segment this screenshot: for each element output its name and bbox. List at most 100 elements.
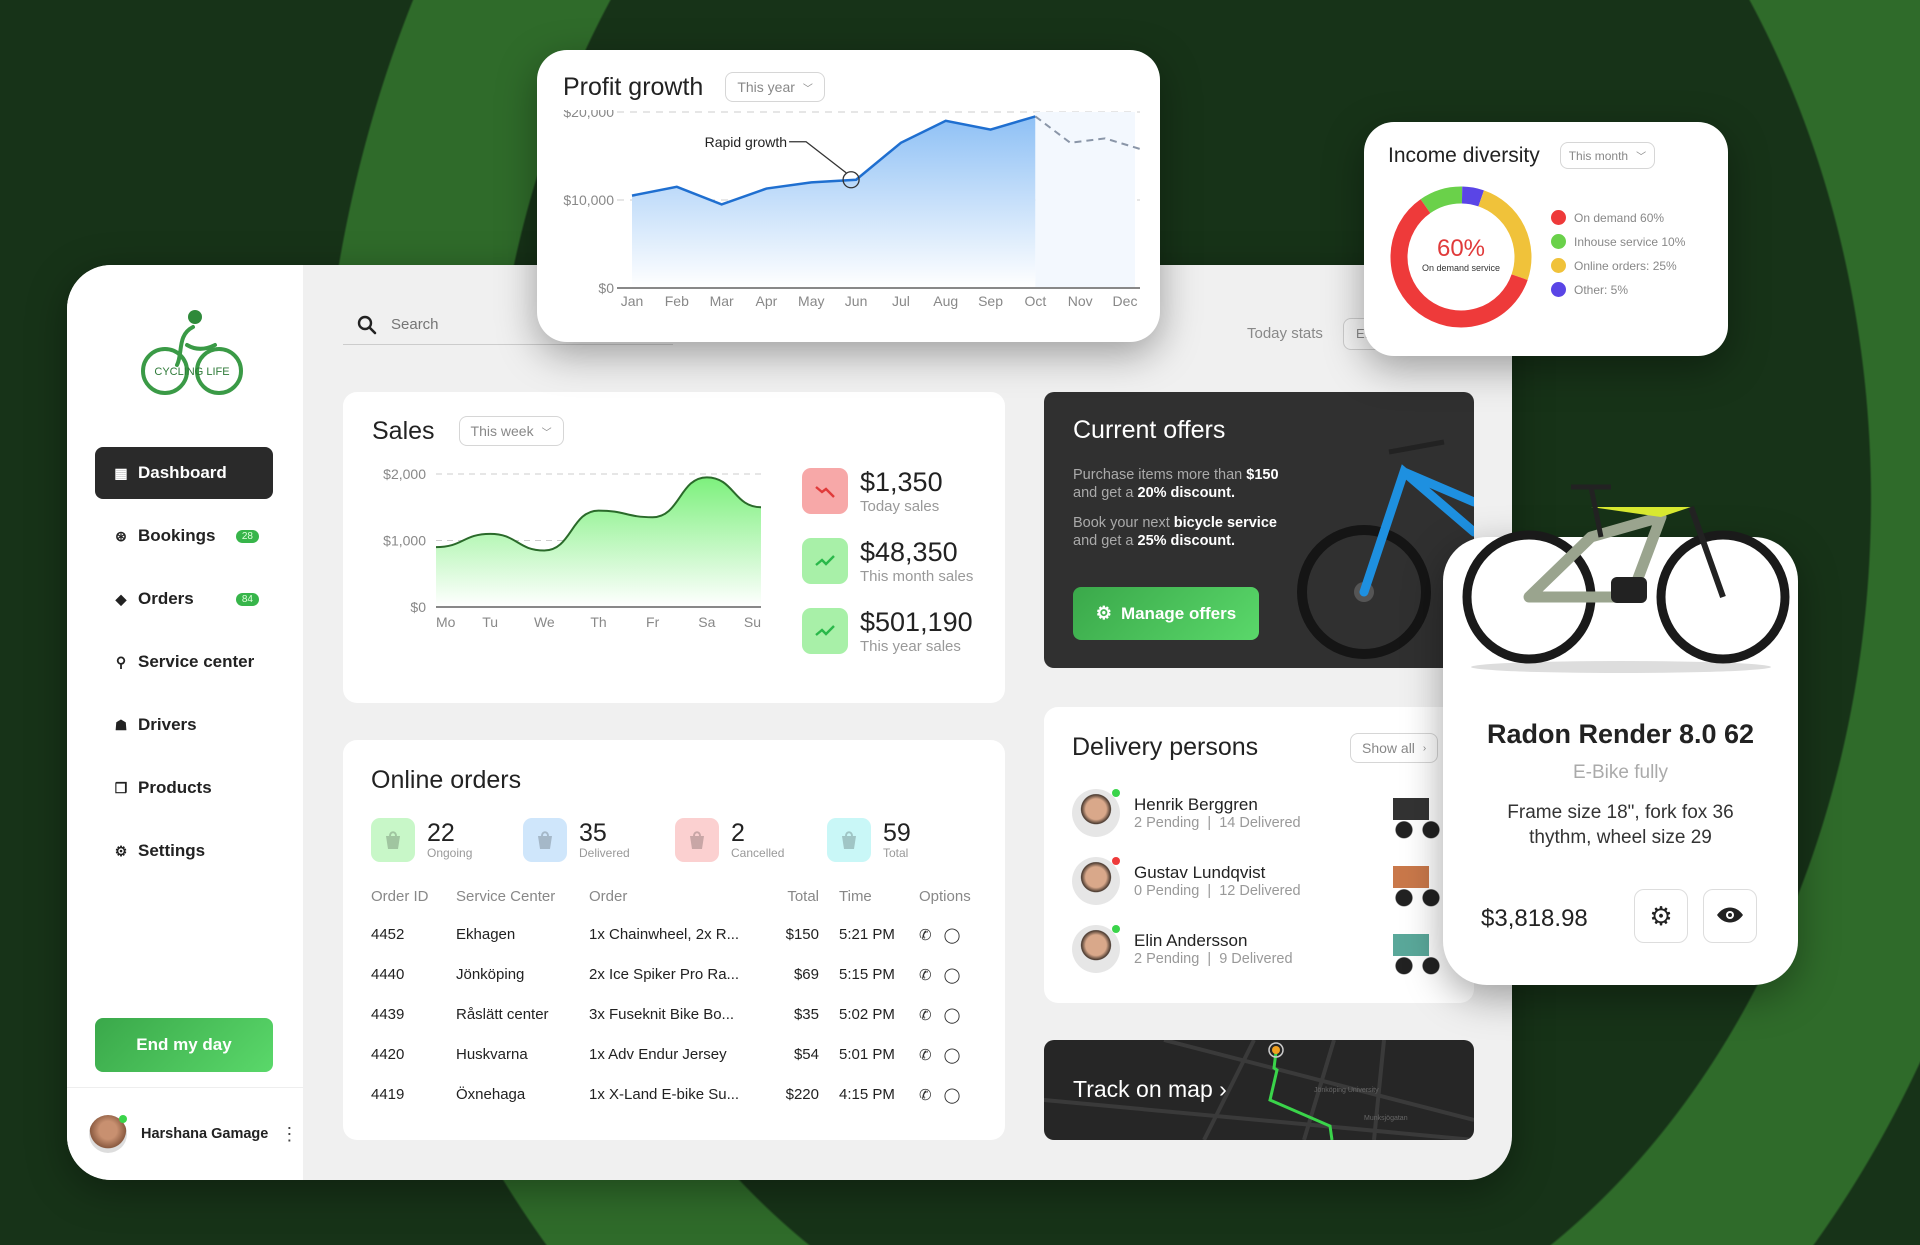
table-row[interactable]: 4439 Råslätt center 3x Fuseknit Bike Bo...… (371, 995, 981, 1035)
table-row[interactable]: 4419 Öxnehaga 1x X-Land E-bike Su... $220 4:… (371, 1075, 981, 1115)
order-total: $220 (785, 1086, 819, 1103)
profit-period-dropdown[interactable]: This year ﹀ (725, 72, 825, 102)
legend-label: Online orders: 25% (1574, 258, 1677, 273)
x-tick-label: Apr (756, 293, 778, 309)
current-offers-card: Current offers Purchase items more than … (1044, 392, 1474, 668)
phone-icon[interactable]: ✆ (919, 1007, 932, 1024)
trend-down-icon (802, 468, 848, 514)
order-id: 4452 (371, 926, 405, 943)
product-name: Radon Render 8.0 62 (1486, 719, 1755, 749)
x-tick-label: Jun (845, 293, 868, 309)
order-summary-label: Total (883, 845, 909, 860)
sidebar-item-bookings[interactable]: ⊛ Bookings 28 (95, 510, 273, 562)
cycling-life-logo: CYCLING LIFE (141, 310, 243, 395)
person-name: Henrik Berggren (1134, 795, 1258, 814)
sidebar-item-orders[interactable]: ◆ Orders 84 (95, 573, 273, 625)
legend-label: On demand 60% (1574, 210, 1665, 225)
delivery-person[interactable]: Elin Andersson 2 Pending | 9 Delivered (1072, 915, 1446, 983)
pending-count: 2 Pending (1134, 951, 1200, 967)
income-period-dropdown[interactable]: This month ﹀ (1559, 142, 1656, 169)
service-center: Råslätt center (456, 1006, 549, 1023)
gear-icon: ⚙ (1649, 900, 1673, 931)
column-header: Order ID (371, 888, 429, 905)
sidebar-item-products[interactable]: ❒ Products (95, 762, 273, 814)
table-row[interactable]: 4420 Huskvarna 1x Adv Endur Jersey $54 5:01 … (371, 1035, 981, 1075)
order-summary-value: 22 (427, 818, 455, 847)
order-summary-value: 2 (731, 818, 745, 847)
x-tick-label: Jan (621, 293, 644, 309)
column-header: Total (787, 888, 819, 905)
scooter-image (1386, 921, 1446, 977)
table-row[interactable]: 4440 Jönköping 2x Ice Spiker Pro Ra... $69 5… (371, 955, 981, 995)
x-tick-label: Nov (1068, 293, 1093, 309)
track-on-map-label: Track on map › (1073, 1076, 1227, 1102)
x-tick-label: Tu (482, 614, 498, 630)
chat-bubble-icon[interactable]: ◯ (944, 1047, 961, 1064)
x-tick-label: Sa (698, 614, 715, 630)
legend-swatch (1551, 282, 1566, 297)
orders-table-header: Order ID Service Center Order Total Time Opti… (371, 880, 981, 915)
e-bike-image (1462, 484, 1790, 673)
order-total: $69 (793, 966, 819, 983)
chat-bubble-icon[interactable]: ◯ (944, 1007, 961, 1024)
sidebar-item-label: Dashboard (138, 463, 227, 482)
delivery-title: Delivery persons (1072, 733, 1259, 761)
sidebar-item-dashboard[interactable]: ▦ Dashboard (95, 447, 273, 499)
sidebar-item-settings[interactable]: ⚙ Settings (95, 825, 273, 877)
legend-swatch (1551, 258, 1566, 273)
more-options-icon[interactable]: ⋮ (280, 1124, 298, 1145)
track-on-map-card[interactable]: Jönköping University Munksjögatan Track … (1044, 1040, 1474, 1140)
end-my-day-button[interactable]: End my day (95, 1018, 273, 1072)
forecast-region (1035, 112, 1135, 288)
sales-period-dropdown[interactable]: This week ﹀ (458, 416, 564, 446)
user-name: Harshana Gamage (141, 1126, 269, 1142)
phone-icon[interactable]: ✆ (919, 1047, 932, 1064)
delivery-person[interactable]: Gustav Lundqvist 0 Pending | 12 Delivered (1072, 847, 1446, 915)
order-time: 5:02 PM (839, 1006, 895, 1023)
order-summary-ongoing: 22 Ongoing (371, 818, 523, 862)
status-dot (1112, 789, 1120, 797)
table-row[interactable]: 4452 Ekhagen 1x Chainwheel, 2x R... $150 5:2… (371, 915, 981, 955)
sales-stat: $1,350 Today sales (802, 467, 973, 515)
x-tick-label: Aug (933, 293, 958, 309)
column-header: Options (919, 888, 971, 905)
sidebar-item-service-center[interactable]: ⚲ Service center (95, 636, 273, 688)
online-orders-title: Online orders (371, 766, 522, 794)
column-header: Order (589, 888, 628, 905)
sidebar-item-drivers[interactable]: ☗ Drivers (95, 699, 273, 751)
show-all-button[interactable]: Show all › (1350, 733, 1439, 763)
phone-icon[interactable]: ✆ (919, 967, 932, 984)
profit-title: Profit growth (563, 72, 704, 101)
x-tick-label: Fr (646, 614, 660, 630)
y-tick-label: $0 (598, 280, 614, 296)
orders-table: Order ID Service Center Order Total Time Opti… (371, 880, 981, 1115)
sales-area (436, 477, 761, 607)
eye-icon (1717, 907, 1743, 922)
sales-stat-value: $1,350 (860, 467, 943, 497)
manage-offers-button[interactable]: ⚙ Manage offers (1073, 587, 1259, 640)
phone-icon[interactable]: ✆ (919, 927, 932, 944)
order-items: 2x Ice Spiker Pro Ra... (589, 966, 740, 983)
online-orders-card: Online orders 22 Ongoing 35 Delivered 2 Cance… (343, 740, 1005, 1140)
order-time: 4:15 PM (839, 1086, 895, 1103)
chat-bubble-icon[interactable]: ◯ (944, 967, 961, 984)
phone-icon[interactable]: ✆ (919, 1087, 932, 1104)
product-settings-button[interactable]: ⚙ (1634, 889, 1688, 943)
grid-icon: ▦ (114, 464, 128, 481)
x-tick-label: Jul (892, 293, 910, 309)
person-name: Elin Andersson (1134, 931, 1248, 950)
user-profile[interactable]: Harshana Gamage ⋮ (67, 1087, 303, 1180)
order-id: 4440 (371, 966, 405, 983)
chat-bubble-icon[interactable]: ◯ (944, 1087, 961, 1104)
income-diversity-card: Income diversity This month ﹀ 60% On dema… (1364, 122, 1728, 356)
donut-center-value: 60% (1436, 235, 1486, 262)
delivery-person[interactable]: Henrik Berggren 2 Pending | 14 Delivered (1072, 779, 1446, 847)
order-total: $150 (785, 926, 819, 943)
chevron-down-icon: ﹀ (802, 83, 813, 95)
chat-bubble-icon[interactable]: ◯ (944, 927, 961, 944)
legend-item: On demand 60% (1551, 210, 1685, 225)
sidebar-item-label: Settings (138, 841, 206, 860)
dashboard-window: CYCLING LIFE ▦ Dashboard ⊛ Bookings 28 ◆ Order… (67, 265, 1512, 1180)
product-view-button[interactable] (1703, 889, 1757, 943)
product-category: E-Bike fully (1572, 762, 1669, 783)
